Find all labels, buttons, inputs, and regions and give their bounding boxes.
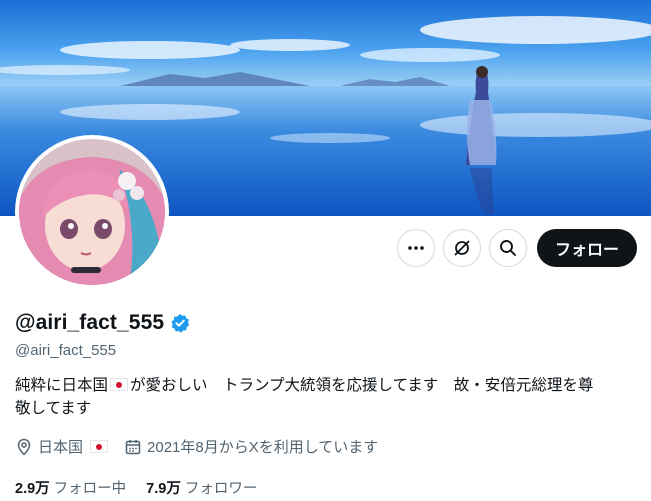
verified-badge-icon[interactable]	[170, 313, 190, 333]
location-flag-icon	[90, 440, 109, 453]
search-icon	[500, 240, 516, 256]
user-handle: @airi_fact_555	[15, 342, 117, 359]
location-pin-icon	[17, 438, 31, 456]
following-count: 2.9万	[15, 481, 50, 497]
japan-flag-icon	[110, 378, 129, 391]
joined-item: 2021年8月からXを利用しています	[124, 436, 378, 457]
follow-button[interactable]: フォロー	[536, 229, 637, 267]
joined-text: 2021年8月からXを利用しています	[147, 439, 379, 456]
grok-button[interactable]	[442, 229, 481, 267]
bio-text-end: 敬してます	[15, 400, 92, 417]
more-button[interactable]	[396, 229, 435, 267]
followers-label: フォロワー	[184, 481, 258, 497]
followers-count: 7.9万	[146, 481, 181, 497]
display-name: @airi_fact_555	[15, 311, 165, 334]
profile-actions: フォロー	[396, 229, 637, 267]
location-item: 日本国	[15, 436, 110, 457]
bio-text-start: 純粋に日本国	[15, 377, 109, 394]
display-name-row: @airi_fact_555	[15, 311, 190, 335]
follow-stats: 2.9万 フォロー中 7.9万 フォロワー	[15, 477, 277, 498]
following-label: フォロー中	[53, 481, 127, 497]
profile-bio: 純粋に日本国 が愛おしい トランプ大統領を応援してます 故・安倍元総理を尊 敬して…	[15, 374, 635, 420]
profile-meta: 日本国 2021年8月からXを利用しています	[15, 436, 392, 457]
more-icon	[408, 246, 424, 250]
followers-link[interactable]: 7.9万 フォロワー	[146, 477, 257, 498]
calendar-icon	[125, 439, 141, 454]
profile-avatar[interactable]	[15, 135, 169, 289]
avatar-image	[19, 139, 165, 285]
bio-text-middle: が愛おしい トランプ大統領を応援してます 故・安倍元総理を尊	[130, 377, 594, 394]
location-text: 日本国	[38, 439, 84, 456]
following-link[interactable]: 2.9万 フォロー中	[15, 477, 126, 498]
search-button[interactable]	[488, 229, 527, 267]
grok-icon	[454, 240, 470, 256]
